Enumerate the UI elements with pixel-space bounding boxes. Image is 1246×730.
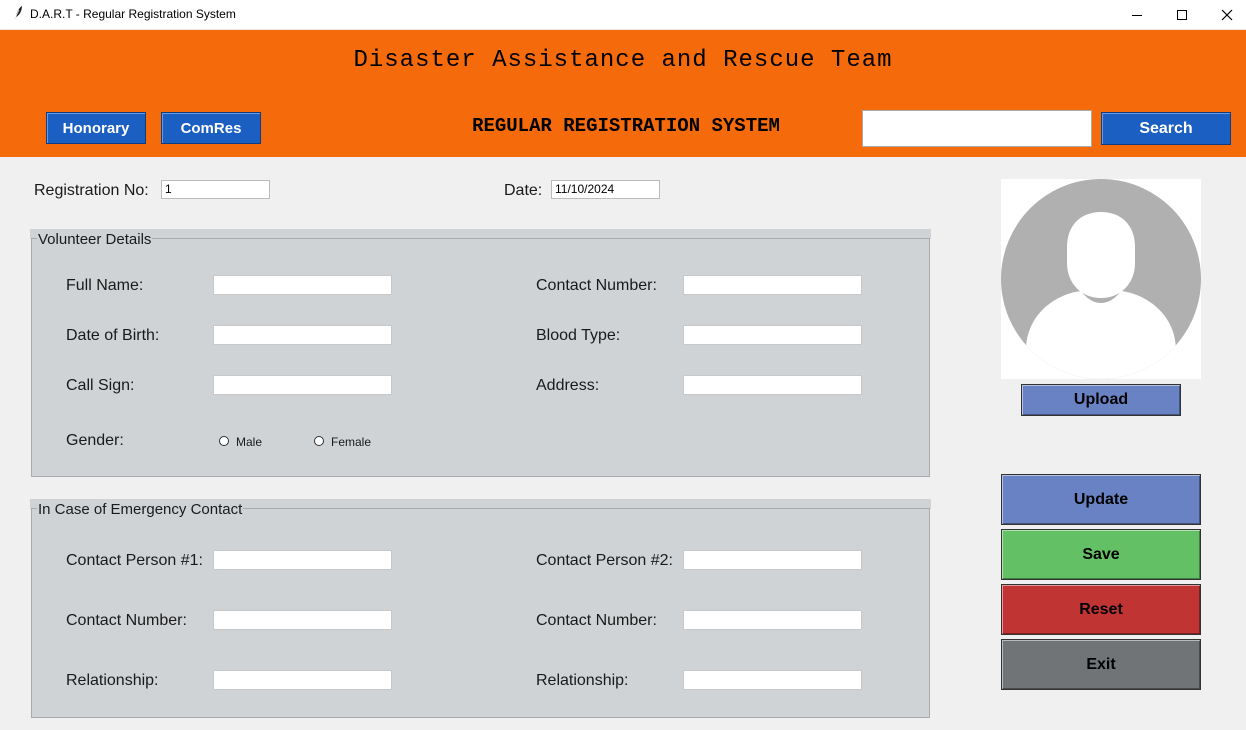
- date-field[interactable]: 11/10/2024: [551, 180, 660, 199]
- full-name-field[interactable]: [213, 275, 392, 295]
- emergency-contact-title: In Case of Emergency Contact: [37, 501, 244, 518]
- contact-person-1-label: Contact Person #1:: [66, 552, 203, 569]
- female-label: Female: [331, 435, 372, 449]
- minimize-icon: [1132, 14, 1142, 16]
- contact-number-1-field[interactable]: [213, 610, 392, 630]
- minimize-button[interactable]: [1114, 0, 1160, 29]
- contact-number-2-field[interactable]: [683, 610, 862, 630]
- call-sign-label: Call Sign:: [66, 377, 135, 394]
- save-button[interactable]: Save: [1001, 529, 1201, 580]
- registration-no-field[interactable]: 1: [161, 180, 270, 199]
- contact-person-2-field[interactable]: [683, 550, 862, 570]
- gender-label: Gender:: [66, 432, 124, 449]
- update-button[interactable]: Update: [1001, 474, 1201, 525]
- male-radio[interactable]: [219, 436, 229, 446]
- contact-person-1-field[interactable]: [213, 550, 392, 570]
- comres-button[interactable]: ComRes: [161, 112, 261, 144]
- feather-icon: [12, 6, 22, 23]
- registration-no-label: Registration No:: [34, 182, 149, 199]
- org-title: Disaster Assistance and Rescue Team: [353, 47, 893, 74]
- maximize-button[interactable]: [1159, 0, 1205, 29]
- photo-frame: [1001, 179, 1201, 379]
- female-radio[interactable]: [314, 436, 324, 446]
- address-label: Address:: [536, 377, 600, 394]
- address-field[interactable]: [683, 375, 862, 395]
- relationship-1-label: Relationship:: [66, 672, 159, 689]
- blood-type-label: Blood Type:: [536, 327, 621, 344]
- male-label: Male: [236, 435, 263, 449]
- window-titlebar: D.A.R.T - Regular Registration System: [0, 0, 1246, 30]
- call-sign-field[interactable]: [213, 375, 392, 395]
- reset-button[interactable]: Reset: [1001, 584, 1201, 635]
- contact-number-1-label: Contact Number:: [66, 612, 187, 629]
- contact-number-field[interactable]: [683, 275, 862, 295]
- close-button[interactable]: [1204, 0, 1246, 29]
- relationship-1-field[interactable]: [213, 670, 392, 690]
- search-input[interactable]: [862, 110, 1092, 147]
- system-title: REGULAR REGISTRATION SYSTEM: [472, 115, 780, 137]
- exit-button[interactable]: Exit: [1001, 639, 1201, 690]
- contact-number-label: Contact Number:: [536, 277, 657, 294]
- full-name-label: Full Name:: [66, 277, 144, 294]
- contact-number-2-label: Contact Number:: [536, 612, 657, 629]
- window-title: D.A.R.T - Regular Registration System: [30, 7, 236, 21]
- dob-field[interactable]: [213, 325, 392, 345]
- maximize-icon: [1177, 9, 1187, 20]
- contact-person-2-label: Contact Person #2:: [536, 552, 673, 569]
- upload-button[interactable]: Upload: [1021, 384, 1181, 416]
- volunteer-details-title: Volunteer Details: [37, 231, 153, 248]
- dob-label: Date of Birth:: [66, 327, 160, 344]
- close-icon: [1221, 9, 1233, 20]
- user-silhouette-icon: [1001, 179, 1201, 379]
- search-button[interactable]: Search: [1101, 112, 1231, 145]
- blood-type-field[interactable]: [683, 325, 862, 345]
- volunteer-details-group: [31, 238, 930, 477]
- date-label: Date:: [504, 182, 543, 199]
- relationship-2-field[interactable]: [683, 670, 862, 690]
- honorary-button[interactable]: Honorary: [46, 112, 146, 144]
- relationship-2-label: Relationship:: [536, 672, 629, 689]
